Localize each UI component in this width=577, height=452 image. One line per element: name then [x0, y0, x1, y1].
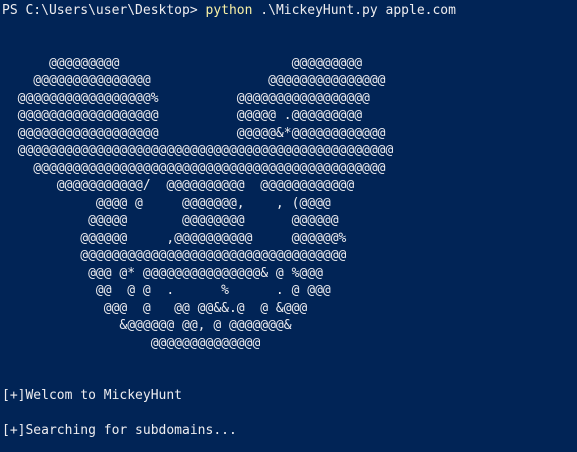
command-line: PS C:\Users\user\Desktop> python .\Micke… — [2, 2, 577, 20]
ascii-art-row: @@@@@@@@@@@@@@@@@% @@@@@@@@@@@@@@@@@ — [2, 90, 370, 106]
ascii-art-row: @@@@@@@@@@@/ @@@@@@@@@@ @@@@@@@@@@@@ — [2, 178, 355, 193]
status-message: [+]Searching for subdomains... — [2, 423, 237, 438]
ascii-art-row: @@@@@@@@@@@@@@@@@@ @@@@@ .@@@@@@@@@ — [2, 108, 363, 123]
command-args: .\MickeyHunt.py apple.com — [252, 3, 456, 18]
ascii-art-row: @@@@@@@@@@@@@@ — [2, 335, 261, 351]
ascii-art-row: @@@@ @ @@@@@@@, , (@@@@ — [2, 195, 331, 211]
prompt: PS C:\Users\user\Desktop> — [2, 3, 198, 18]
ascii-art-row: @@@@@@ ,@@@@@@@@@@ @@@@@@% — [2, 230, 347, 246]
ascii-art-row: @@@ @ @@ @@&&.@ @ &@@@ — [2, 300, 308, 316]
ascii-art-row: @@@@@@@@@@@@@@@@@@ @@@@@&*@@@@@@@@@@@@ — [2, 125, 386, 141]
ascii-art-row: @@@@@@@@@@@@@@@ @@@@@@@@@@@@@@@ — [2, 73, 386, 88]
ascii-art-row: @@@@@@@@@@@@@@@@@@@@@@@@@@@@@@@@@@@@@@@@… — [2, 160, 386, 176]
ascii-art-row: @@@@@@@@@@@@@@@@@@@@@@@@@@@@@@@@@@ — [2, 248, 347, 263]
ascii-art-row: @@@ @* @@@@@@@@@@@@@@@& @ %@@@ — [2, 265, 323, 281]
mickey-ascii-art: @@@@@@@@@ @@@@@@@@@ @@@@@@@@@@@@@@@ @@@@… — [2, 55, 577, 353]
command-name: python — [205, 3, 253, 18]
ascii-art-row: @@ @ @ . % . @ @@@ — [2, 283, 331, 298]
ascii-art-row: @@@@@@@@@ @@@@@@@@@ — [2, 55, 363, 71]
terminal-window[interactable]: PS C:\Users\user\Desktop> python .\Micke… — [0, 0, 577, 452]
welcome-message: [+]Welcom to MickeyHunt — [2, 388, 183, 403]
ascii-art-row: @@@@@@@@@@@@@@@@@@@@@@@@@@@@@@@@@@@@@@@@… — [2, 143, 394, 158]
ascii-art-row: @@@@@ @@@@@@@@ @@@@@@ — [2, 213, 339, 228]
ascii-art-row: &@@@@@@ @@, @ @@@@@@@& — [2, 318, 292, 333]
